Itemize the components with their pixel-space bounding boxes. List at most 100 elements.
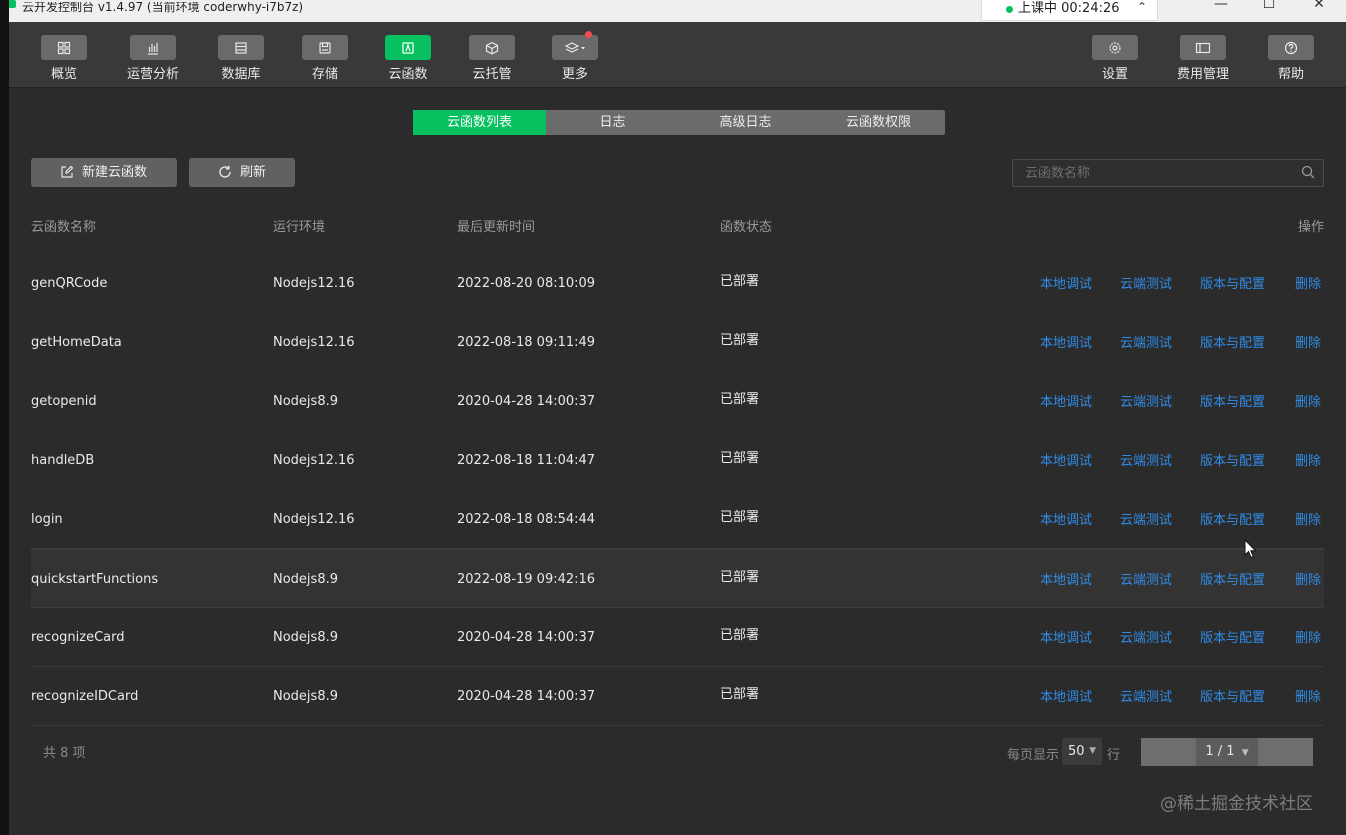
cloud-test-link[interactable]: 云端测试: [1120, 550, 1172, 611]
table-row: genQRCode Nodejs12.16 2022-08-20 08:10:0…: [31, 254, 1324, 313]
search-icon[interactable]: [1301, 165, 1315, 179]
local-debug-link[interactable]: 本地调试: [1040, 667, 1092, 728]
toolbar-label: 更多: [561, 67, 588, 82]
table-row: getopenid Nodejs8.9 2020-04-28 14:00:37 …: [31, 372, 1324, 431]
toolbar-item-analytics[interactable]: 运营分析: [121, 35, 185, 82]
prev-page-button[interactable]: [1141, 738, 1196, 766]
layers-icon: [552, 31, 598, 60]
gear-icon: [1092, 35, 1138, 60]
cell-runtime: Nodejs8.9: [273, 572, 338, 587]
delete-link[interactable]: 删除: [1295, 667, 1321, 728]
version-config-link[interactable]: 版本与配置: [1200, 608, 1265, 669]
delete-link[interactable]: 删除: [1295, 313, 1321, 374]
function-tabs: 云函数列表 日志 高级日志 云函数权限: [413, 110, 945, 135]
close-icon[interactable]: ✕: [1296, 0, 1342, 22]
local-debug-link[interactable]: 本地调试: [1040, 372, 1092, 433]
toolbar-item-database[interactable]: 数据库: [209, 35, 273, 82]
cloud-test-link[interactable]: 云端测试: [1120, 608, 1172, 669]
version-config-link[interactable]: 版本与配置: [1200, 667, 1265, 728]
window-title: 云开发控制台 v1.4.97 (当前环境 coderwhy-i7b7z): [22, 2, 304, 14]
new-function-button[interactable]: 新建云函数: [31, 158, 177, 187]
live-status-pill[interactable]: 上课中 00:24:26 ⌃: [981, 0, 1158, 21]
cloud-test-link[interactable]: 云端测试: [1120, 431, 1172, 492]
function-icon: [385, 35, 431, 60]
table-row: quickstartFunctions Nodejs8.9 2022-08-19…: [31, 549, 1324, 608]
per-page-value: 50: [1068, 744, 1085, 759]
version-config-link[interactable]: 版本与配置: [1200, 254, 1265, 315]
local-debug-link[interactable]: 本地调试: [1040, 550, 1092, 611]
table-row: recognizeCard Nodejs8.9 2020-04-28 14:00…: [31, 608, 1324, 667]
local-debug-link[interactable]: 本地调试: [1040, 254, 1092, 315]
delete-link[interactable]: 删除: [1295, 550, 1321, 611]
delete-link[interactable]: 删除: [1295, 254, 1321, 315]
search-input[interactable]: [1013, 160, 1293, 186]
toolbar-label: 帮助: [1277, 67, 1304, 82]
cloud-test-link[interactable]: 云端测试: [1120, 254, 1172, 315]
cloud-test-link[interactable]: 云端测试: [1120, 313, 1172, 374]
cell-name: genQRCode: [31, 276, 108, 291]
delete-link[interactable]: 删除: [1295, 431, 1321, 492]
table-row: login Nodejs12.16 2022-08-18 08:54:44 已部…: [31, 490, 1324, 549]
tab-function-permissions[interactable]: 云函数权限: [812, 110, 945, 135]
toolbar-item-functions[interactable]: 云函数: [376, 35, 440, 82]
watermark: @稀土掘金技术社区: [1160, 794, 1313, 814]
table-row: handleDB Nodejs12.16 2022-08-18 11:04:47…: [31, 431, 1324, 490]
billing-icon: [1180, 35, 1226, 60]
toolbar-item-hosting[interactable]: 云托管: [460, 35, 524, 82]
header-name: 云函数名称: [31, 220, 97, 235]
search-box: [1012, 159, 1324, 187]
toolbar-item-help[interactable]: 帮助: [1259, 35, 1323, 82]
delete-link[interactable]: 删除: [1295, 608, 1321, 669]
page-number: 1 / 1: [1205, 744, 1235, 759]
main-toolbar: 概览 运营分析 数据库 存储 云函数 云托管 更多 设置 费用管理 帮助: [9, 22, 1346, 88]
local-debug-link[interactable]: 本地调试: [1040, 431, 1092, 492]
cloud-test-link[interactable]: 云端测试: [1120, 372, 1172, 433]
tab-advanced-logs[interactable]: 高级日志: [679, 110, 812, 135]
cell-runtime: Nodejs12.16: [273, 453, 355, 468]
local-debug-link[interactable]: 本地调试: [1040, 313, 1092, 374]
storage-icon: [302, 35, 348, 60]
cloud-test-link[interactable]: 云端测试: [1120, 667, 1172, 728]
next-page-button[interactable]: [1258, 738, 1313, 766]
cell-runtime: Nodejs12.16: [273, 276, 355, 291]
cell-updated: 2022-08-18 09:11:49: [457, 335, 596, 350]
cell-name: recognizeCard: [31, 630, 125, 645]
per-page-select[interactable]: 50 ▼: [1062, 738, 1102, 765]
toolbar-item-overview[interactable]: 概览: [32, 35, 96, 82]
cell-name: quickstartFunctions: [31, 572, 159, 587]
database-icon: [218, 35, 264, 60]
chevron-up-icon[interactable]: ⌃: [1137, 0, 1147, 14]
tab-function-list[interactable]: 云函数列表: [413, 110, 546, 135]
toolbar-label: 数据库: [221, 67, 261, 82]
minimize-icon[interactable]: —: [1198, 0, 1244, 22]
per-page-label: 每页显示: [1007, 748, 1060, 763]
mouse-cursor-icon: [1244, 539, 1257, 559]
local-debug-link[interactable]: 本地调试: [1040, 608, 1092, 669]
version-config-link[interactable]: 版本与配置: [1200, 550, 1265, 611]
maximize-icon[interactable]: ☐: [1246, 0, 1292, 22]
version-config-link[interactable]: 版本与配置: [1200, 431, 1265, 492]
refresh-button[interactable]: 刷新: [189, 158, 295, 187]
toolbar-item-billing[interactable]: 费用管理: [1171, 35, 1235, 82]
row-unit-label: 行: [1107, 748, 1121, 763]
cell-updated: 2022-08-19 09:42:16: [457, 572, 596, 587]
delete-link[interactable]: 删除: [1295, 490, 1321, 551]
cell-name: getopenid: [31, 394, 97, 409]
delete-link[interactable]: 删除: [1295, 372, 1321, 433]
toolbar-item-settings[interactable]: 设置: [1083, 35, 1147, 82]
toolbar-label: 费用管理: [1176, 67, 1229, 82]
pagination: 1 / 1 ▼: [1141, 738, 1313, 766]
tab-logs[interactable]: 日志: [546, 110, 679, 135]
toolbar-item-storage[interactable]: 存储: [293, 35, 357, 82]
page-indicator[interactable]: 1 / 1 ▼: [1196, 738, 1258, 766]
version-config-link[interactable]: 版本与配置: [1200, 313, 1265, 374]
version-config-link[interactable]: 版本与配置: [1200, 372, 1265, 433]
live-dot-icon: [1006, 6, 1013, 13]
local-debug-link[interactable]: 本地调试: [1040, 490, 1092, 551]
app-logo-icon: [8, 0, 16, 8]
cloud-test-link[interactable]: 云端测试: [1120, 490, 1172, 551]
table-header: 云函数名称 运行环境 最后更新时间 函数状态 操作: [31, 216, 1324, 236]
cell-status: 已部署: [720, 687, 760, 702]
toolbar-item-more[interactable]: 更多: [543, 31, 607, 82]
chevron-down-icon: ▼: [1089, 746, 1096, 756]
